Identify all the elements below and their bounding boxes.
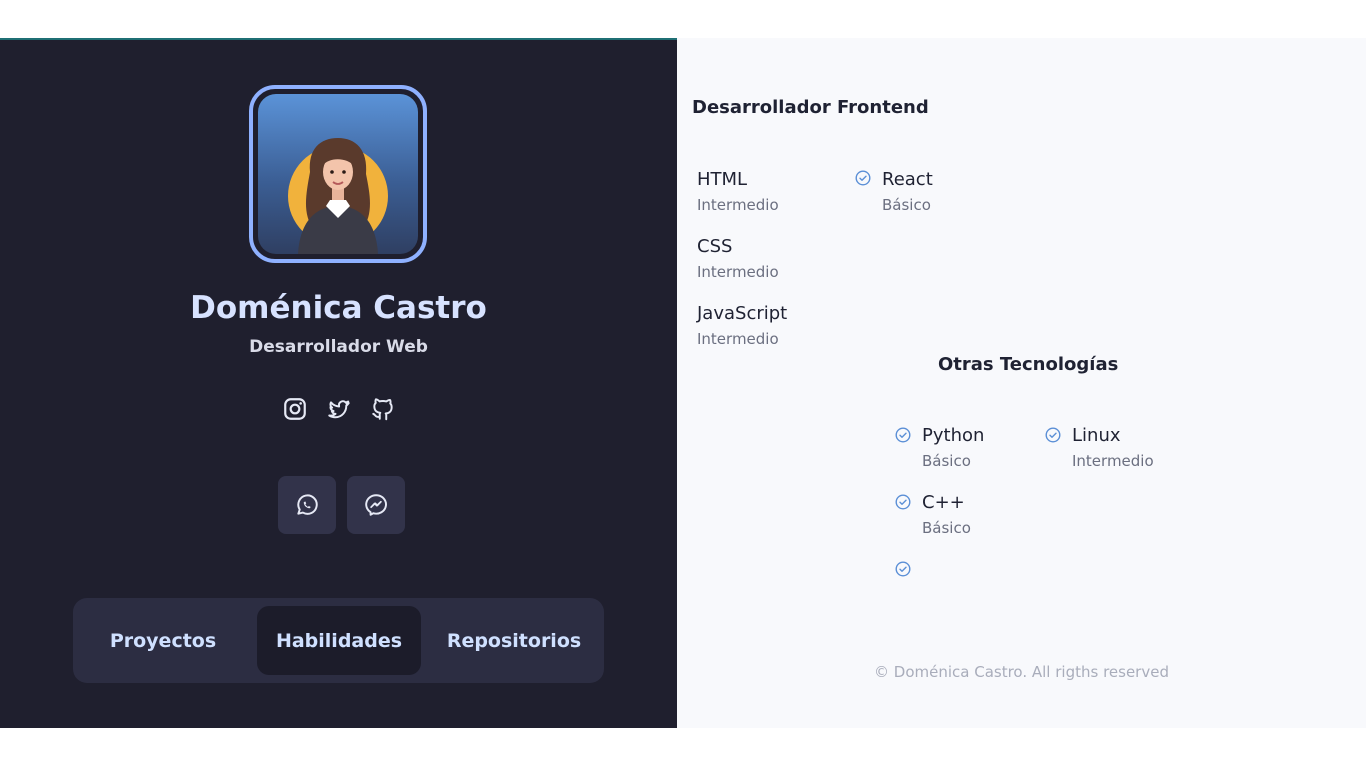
frontend-section-title: Desarrollador Frontend bbox=[692, 97, 929, 118]
skill-level: Intermedio bbox=[697, 330, 779, 348]
skill-name: CSS bbox=[697, 236, 733, 257]
messenger-button[interactable] bbox=[347, 476, 405, 534]
check-icon bbox=[1045, 427, 1061, 443]
avatar-image bbox=[258, 94, 418, 254]
tab-bar: Proyectos Habilidades Repositorios bbox=[73, 598, 604, 683]
skill-cpp: C++ Básico bbox=[922, 492, 971, 538]
tab-label: Proyectos bbox=[109, 629, 217, 652]
skill-level: Intermedio bbox=[697, 263, 779, 281]
skill-javascript: JavaScript Intermedio bbox=[697, 303, 787, 349]
tab-proyectos[interactable]: Proyectos bbox=[83, 606, 243, 675]
skill-level: Intermedio bbox=[697, 196, 779, 214]
other-tech-section-title: Otras Tecnologías bbox=[938, 354, 1119, 375]
tab-habilidades[interactable]: Habilidades bbox=[257, 606, 421, 675]
whatsapp-icon bbox=[297, 494, 318, 515]
skill-css: CSS Intermedio bbox=[697, 236, 779, 282]
messenger-icon bbox=[365, 494, 387, 516]
whatsapp-button[interactable] bbox=[278, 476, 336, 534]
github-icon[interactable] bbox=[370, 396, 396, 422]
check-icon bbox=[895, 427, 911, 443]
tab-label: Repositorios bbox=[446, 629, 582, 652]
social-links bbox=[282, 396, 396, 422]
skill-name: HTML bbox=[697, 169, 748, 190]
skill-name: Python bbox=[922, 425, 985, 446]
skill-level: Básico bbox=[882, 196, 931, 214]
skill-level: Intermedio bbox=[1072, 452, 1154, 470]
profile-role: Desarrollador Web bbox=[249, 337, 428, 357]
avatar bbox=[249, 85, 427, 263]
check-icon bbox=[855, 170, 871, 186]
skill-react: React Básico bbox=[882, 169, 933, 215]
check-icon bbox=[895, 494, 911, 510]
skill-name: Linux bbox=[1072, 425, 1121, 446]
skill-python: Python Básico bbox=[922, 425, 984, 471]
skill-name: C++ bbox=[922, 492, 965, 513]
avatar-illustration bbox=[288, 138, 388, 254]
twitter-icon[interactable] bbox=[326, 396, 352, 422]
instagram-icon[interactable] bbox=[282, 396, 308, 422]
footer-copyright: © Doménica Castro. All rigths reserved bbox=[874, 663, 1169, 681]
skill-name: JavaScript bbox=[697, 303, 788, 324]
skills-panel bbox=[677, 38, 1366, 728]
tab-repositorios[interactable]: Repositorios bbox=[433, 606, 595, 675]
skill-level: Básico bbox=[922, 452, 971, 470]
skill-name: React bbox=[882, 169, 933, 190]
skill-level: Básico bbox=[922, 519, 971, 537]
profile-name: Doménica Castro bbox=[190, 290, 487, 326]
skill-html: HTML Intermedio bbox=[697, 169, 779, 215]
check-icon bbox=[895, 561, 911, 577]
tab-label: Habilidades bbox=[275, 629, 403, 652]
skill-linux: Linux Intermedio bbox=[1072, 425, 1154, 471]
